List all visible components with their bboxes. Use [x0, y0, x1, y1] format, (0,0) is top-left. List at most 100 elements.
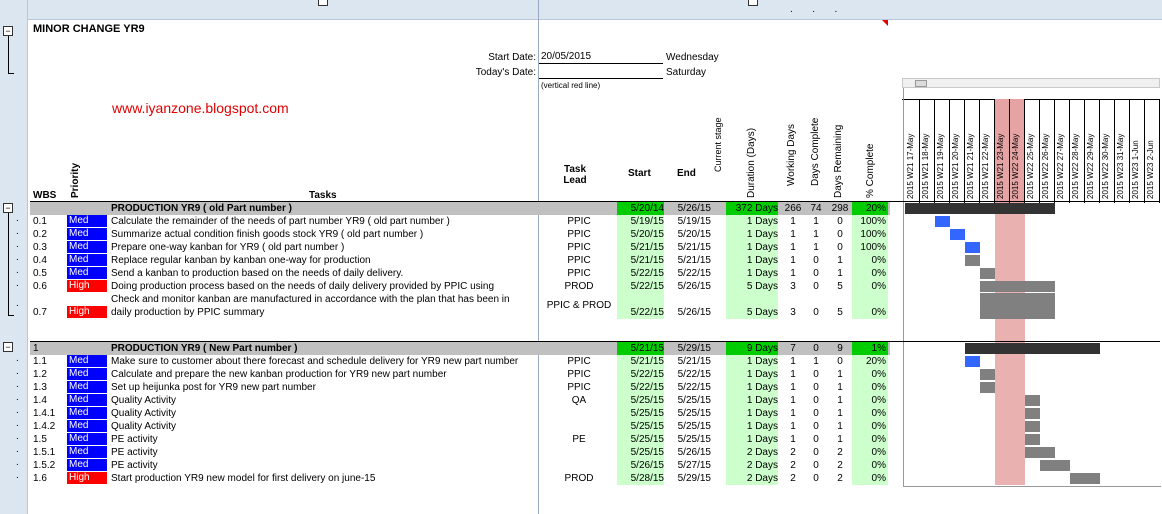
- days-complete: 0: [813, 473, 819, 484]
- duration: 1 Days: [726, 267, 778, 280]
- header-priority: Priority: [70, 162, 81, 198]
- task-name[interactable]: PE activity: [111, 446, 541, 459]
- gantt-day-label: 2015 W21 22-May: [981, 133, 990, 199]
- gantt-day-column: 2015 W22 27-May: [1055, 99, 1070, 203]
- percent-complete: 0%: [852, 394, 888, 407]
- end-date: 5/29/15: [677, 343, 711, 354]
- priority-badge[interactable]: High: [67, 306, 107, 318]
- task-name[interactable]: Quality Activity: [111, 420, 541, 433]
- gantt-day-column: 2015 W22 28-May: [1070, 99, 1085, 203]
- row-wbs: 1.3: [33, 382, 47, 393]
- task-name[interactable]: PRODUCTION YR9 ( old Part number ): [111, 202, 541, 215]
- task-name[interactable]: Calculate and prepare the new kanban pro…: [111, 368, 541, 381]
- task-name[interactable]: PRODUCTION YR9 ( New Part number ): [111, 342, 541, 355]
- start-date-input[interactable]: 20/05/2015: [539, 51, 663, 64]
- duration: 1 Days: [726, 381, 778, 394]
- start-date: 5/25/15: [617, 394, 664, 407]
- task-name[interactable]: Check and monitor kanban are manufacture…: [111, 293, 541, 306]
- percent-complete: 0%: [852, 472, 888, 485]
- gantt-day-column: 2015 W21 22-May: [980, 99, 995, 203]
- column-group-toggle-2[interactable]: [748, 0, 758, 6]
- priority-badge[interactable]: High: [67, 472, 107, 484]
- days-remaining: 2: [837, 447, 843, 458]
- collapse-group-button[interactable]: −: [3, 26, 13, 36]
- sheet-title: MINOR CHANGE YR9: [33, 23, 145, 35]
- header-duration: Duration (Days): [746, 127, 757, 198]
- percent-complete: 0%: [852, 446, 888, 459]
- row-wbs: 1.1: [33, 356, 47, 367]
- header-task-lead: Task Lead: [563, 164, 587, 186]
- task-name[interactable]: Make sure to customer about there foreca…: [111, 355, 541, 368]
- end-date: 5/22/15: [677, 268, 711, 279]
- duration: 1 Days: [726, 355, 778, 368]
- gantt-day-column: 2015 W22 25-May: [1025, 99, 1040, 203]
- task-name[interactable]: Summarize actual condition finish goods …: [111, 228, 541, 241]
- task-name[interactable]: Set up heijunka post for YR9 new part nu…: [111, 381, 541, 394]
- priority-badge[interactable]: Med: [67, 407, 107, 419]
- task-name[interactable]: Start production YR9 new model for first…: [111, 472, 541, 485]
- end-date: 5/25/15: [677, 408, 711, 419]
- task-name[interactable]: Prepare one-way kanban for YR9 ( old par…: [111, 241, 541, 254]
- today-date-field[interactable]: [539, 66, 663, 79]
- task-row: 0.4 Med Replace regular kanban by kanban o…: [0, 254, 1162, 267]
- priority-badge[interactable]: Med: [67, 433, 107, 445]
- task-lead: PPIC: [567, 216, 591, 227]
- row-wbs: 0.7: [33, 307, 47, 318]
- gantt-scrollbar[interactable]: [902, 78, 1160, 88]
- priority-badge[interactable]: Med: [67, 355, 107, 367]
- days-remaining: 1: [837, 382, 843, 393]
- working-days: 2: [790, 473, 796, 484]
- working-days: 266: [784, 203, 802, 214]
- gantt-day-label: 2015 W21 19-May: [936, 133, 945, 199]
- priority-badge[interactable]: Med: [67, 381, 107, 393]
- end-date: 5/21/15: [677, 356, 711, 367]
- days-remaining: 1: [837, 255, 843, 266]
- gantt-day-column: 2015 W23 31-May: [1115, 99, 1130, 203]
- task-row: 1.5.1 Med PE activity 5/25/15 5/26/15 2 Days…: [0, 446, 1162, 459]
- percent-complete: 1%: [852, 342, 888, 355]
- task-name[interactable]: Calculate the remainder of the needs of …: [111, 215, 541, 228]
- row-separator: [30, 341, 1160, 342]
- days-remaining: 1: [837, 434, 843, 445]
- outline-dot: .: [16, 298, 19, 309]
- task-name[interactable]: Quality Activity: [111, 407, 541, 420]
- gantt-scroll-thumb[interactable]: [915, 80, 927, 87]
- priority-badge[interactable]: Med: [67, 459, 107, 471]
- priority-badge[interactable]: Med: [67, 420, 107, 432]
- task-name[interactable]: Doing production process based on the ne…: [111, 280, 541, 293]
- days-remaining: 1: [837, 268, 843, 279]
- task-name[interactable]: Send a kanban to production based on the…: [111, 267, 541, 280]
- priority-badge[interactable]: Med: [67, 241, 107, 253]
- priority-badge[interactable]: Med: [67, 254, 107, 266]
- priority-badge[interactable]: Med: [67, 368, 107, 380]
- priority-badge[interactable]: Med: [67, 228, 107, 240]
- header-days-complete: Days Complete: [810, 117, 821, 186]
- task-row: 1.2 Med Calculate and prepare the new kanb…: [0, 368, 1162, 381]
- task-name[interactable]: PE activity: [111, 459, 541, 472]
- outline-dot: .: [16, 431, 19, 442]
- task-lead: PPIC: [567, 382, 591, 393]
- priority-badge[interactable]: Med: [67, 215, 107, 227]
- working-days: 7: [790, 343, 796, 354]
- task-lead: PPIC & PROD: [546, 300, 612, 311]
- task-name[interactable]: Quality Activity: [111, 394, 541, 407]
- priority-badge[interactable]: Med: [67, 267, 107, 279]
- days-complete: 0: [813, 268, 819, 279]
- duration: 5 Days: [726, 280, 778, 293]
- row-wbs: 0.2: [33, 229, 47, 240]
- priority-badge[interactable]: Med: [67, 446, 107, 458]
- priority-badge[interactable]: High: [67, 280, 107, 292]
- gantt-day-label: 2015 W22 29-May: [1086, 133, 1095, 199]
- task-lead: PROD: [564, 473, 594, 484]
- today-date-day: Saturday: [666, 67, 707, 78]
- column-group-toggle[interactable]: [318, 0, 328, 6]
- days-remaining: 298: [831, 203, 849, 214]
- working-days: 2: [790, 460, 796, 471]
- task-name[interactable]: Replace regular kanban by kanban one-way…: [111, 254, 541, 267]
- task-name[interactable]: PE activity: [111, 433, 541, 446]
- row-wbs: 0.3: [33, 242, 47, 253]
- days-complete: 0: [813, 255, 819, 266]
- priority-badge[interactable]: Med: [67, 394, 107, 406]
- days-complete: 1: [813, 229, 819, 240]
- start-date: 5/21/15: [617, 355, 664, 368]
